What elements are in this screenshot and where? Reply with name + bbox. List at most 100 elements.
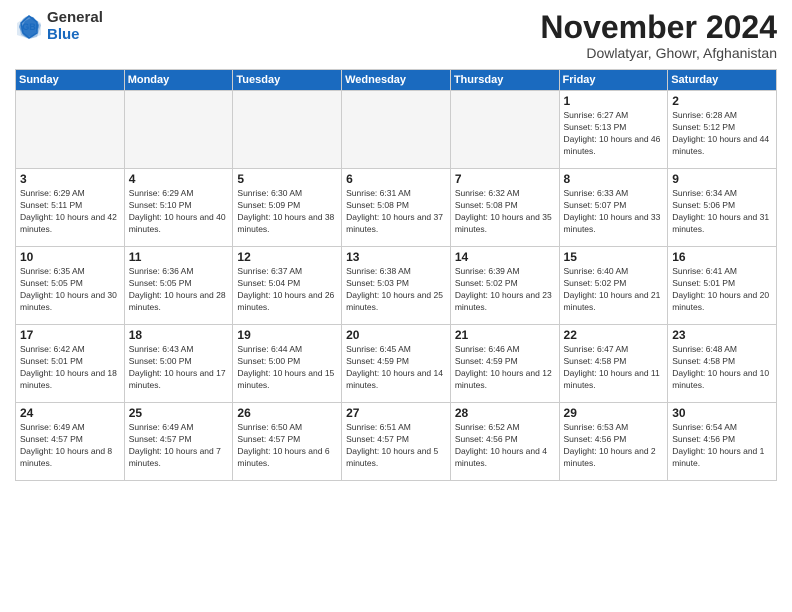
day-info: Sunrise: 6:32 AM Sunset: 5:08 PM Dayligh… xyxy=(455,188,555,236)
day-info: Sunrise: 6:47 AM Sunset: 4:58 PM Dayligh… xyxy=(564,344,664,392)
day-number: 24 xyxy=(20,406,120,420)
logo-general: General xyxy=(47,10,103,27)
calendar-cell: 12 Sunrise: 6:37 AM Sunset: 5:04 PM Dayli… xyxy=(233,247,342,325)
day-info: Sunrise: 6:29 AM Sunset: 5:11 PM Dayligh… xyxy=(20,188,120,236)
calendar-cell: 20Sunrise: 6:45 AM Sunset: 4:59 PM Dayli… xyxy=(342,325,451,403)
calendar-cell: 13Sunrise: 6:38 AM Sunset: 5:03 PM Dayli… xyxy=(342,247,451,325)
day-info: Sunrise: 6:53 AM Sunset: 4:56 PM Dayligh… xyxy=(564,422,664,470)
day-number: 22 xyxy=(564,328,664,342)
weekday-header: Wednesday xyxy=(342,70,451,91)
day-info: Sunrise: 6:34 AM Sunset: 5:06 PM Dayligh… xyxy=(672,188,772,236)
calendar-cell: 8Sunrise: 6:33 AM Sunset: 5:07 PM Daylig… xyxy=(559,169,668,247)
page: GB General Blue November 2024 Dowlatyar,… xyxy=(0,0,792,612)
calendar-cell: 27 Sunrise: 6:51 AM Sunset: 4:57 PM Dayli… xyxy=(342,403,451,481)
day-info: Sunrise: 6:49 AM Sunset: 4:57 PM Dayligh… xyxy=(20,422,120,470)
header: GB General Blue November 2024 Dowlatyar,… xyxy=(15,10,777,61)
day-info: Sunrise: 6:31 AM Sunset: 5:08 PM Dayligh… xyxy=(346,188,446,236)
day-info: Sunrise: 6:39 AM Sunset: 5:02 PM Dayligh… xyxy=(455,266,555,314)
weekday-header: Sunday xyxy=(16,70,125,91)
day-number: 6 xyxy=(346,172,446,186)
week-row: 24 Sunrise: 6:49 AM Sunset: 4:57 PM Dayli… xyxy=(16,403,777,481)
calendar-cell xyxy=(233,91,342,169)
day-number: 23 xyxy=(672,328,772,342)
day-info: Sunrise: 6:44 AM Sunset: 5:00 PM Dayligh… xyxy=(237,344,337,392)
month-title: November 2024 xyxy=(540,10,777,45)
calendar-cell: 30 Sunrise: 6:54 AM Sunset: 4:56 PM Dayli… xyxy=(668,403,777,481)
logo-blue: Blue xyxy=(47,27,103,44)
logo-text: General Blue xyxy=(47,10,103,43)
title-block: November 2024 Dowlatyar, Ghowr, Afghanis… xyxy=(540,10,777,61)
day-number: 29 xyxy=(564,406,664,420)
calendar-cell: 6 Sunrise: 6:31 AM Sunset: 5:08 PM Daylig… xyxy=(342,169,451,247)
calendar-cell: 17 Sunrise: 6:42 AM Sunset: 5:01 PM Dayli… xyxy=(16,325,125,403)
weekday-header: Saturday xyxy=(668,70,777,91)
day-number: 18 xyxy=(129,328,229,342)
day-info: Sunrise: 6:46 AM Sunset: 4:59 PM Dayligh… xyxy=(455,344,555,392)
day-number: 16 xyxy=(672,250,772,264)
week-row: 17 Sunrise: 6:42 AM Sunset: 5:01 PM Dayli… xyxy=(16,325,777,403)
day-info: Sunrise: 6:54 AM Sunset: 4:56 PM Dayligh… xyxy=(672,422,772,470)
day-info: Sunrise: 6:38 AM Sunset: 5:03 PM Dayligh… xyxy=(346,266,446,314)
day-number: 12 xyxy=(237,250,337,264)
day-info: Sunrise: 6:30 AM Sunset: 5:09 PM Dayligh… xyxy=(237,188,337,236)
calendar-cell: 16 Sunrise: 6:41 AM Sunset: 5:01 PM Dayli… xyxy=(668,247,777,325)
day-info: Sunrise: 6:52 AM Sunset: 4:56 PM Dayligh… xyxy=(455,422,555,470)
day-number: 17 xyxy=(20,328,120,342)
weekday-header: Monday xyxy=(124,70,233,91)
calendar-cell: 14 Sunrise: 6:39 AM Sunset: 5:02 PM Dayli… xyxy=(450,247,559,325)
day-number: 4 xyxy=(129,172,229,186)
calendar-cell: 11Sunrise: 6:36 AM Sunset: 5:05 PM Dayli… xyxy=(124,247,233,325)
location: Dowlatyar, Ghowr, Afghanistan xyxy=(540,45,777,61)
weekday-header: Thursday xyxy=(450,70,559,91)
calendar-cell: 7 Sunrise: 6:32 AM Sunset: 5:08 PM Daylig… xyxy=(450,169,559,247)
week-row: 10 Sunrise: 6:35 AM Sunset: 5:05 PM Dayli… xyxy=(16,247,777,325)
day-info: Sunrise: 6:42 AM Sunset: 5:01 PM Dayligh… xyxy=(20,344,120,392)
week-row: 3 Sunrise: 6:29 AM Sunset: 5:11 PM Daylig… xyxy=(16,169,777,247)
day-info: Sunrise: 6:27 AM Sunset: 5:13 PM Dayligh… xyxy=(564,110,664,158)
day-info: Sunrise: 6:35 AM Sunset: 5:05 PM Dayligh… xyxy=(20,266,120,314)
day-info: Sunrise: 6:41 AM Sunset: 5:01 PM Dayligh… xyxy=(672,266,772,314)
day-info: Sunrise: 6:40 AM Sunset: 5:02 PM Dayligh… xyxy=(564,266,664,314)
calendar-cell: 19Sunrise: 6:44 AM Sunset: 5:00 PM Dayli… xyxy=(233,325,342,403)
calendar-cell: 5 Sunrise: 6:30 AM Sunset: 5:09 PM Daylig… xyxy=(233,169,342,247)
svg-text:GB: GB xyxy=(22,22,36,32)
day-number: 2 xyxy=(672,94,772,108)
day-number: 28 xyxy=(455,406,555,420)
day-info: Sunrise: 6:48 AM Sunset: 4:58 PM Dayligh… xyxy=(672,344,772,392)
weekday-header: Friday xyxy=(559,70,668,91)
weekday-header: Tuesday xyxy=(233,70,342,91)
day-number: 25 xyxy=(129,406,229,420)
day-number: 15 xyxy=(564,250,664,264)
day-number: 30 xyxy=(672,406,772,420)
calendar-cell: 29 Sunrise: 6:53 AM Sunset: 4:56 PM Dayli… xyxy=(559,403,668,481)
day-number: 5 xyxy=(237,172,337,186)
day-number: 27 xyxy=(346,406,446,420)
day-info: Sunrise: 6:33 AM Sunset: 5:07 PM Dayligh… xyxy=(564,188,664,236)
day-info: Sunrise: 6:50 AM Sunset: 4:57 PM Dayligh… xyxy=(237,422,337,470)
day-info: Sunrise: 6:37 AM Sunset: 5:04 PM Dayligh… xyxy=(237,266,337,314)
weekday-header-row: SundayMondayTuesdayWednesdayThursdayFrid… xyxy=(16,70,777,91)
calendar-cell: 25Sunrise: 6:49 AM Sunset: 4:57 PM Dayli… xyxy=(124,403,233,481)
day-number: 1 xyxy=(564,94,664,108)
day-number: 11 xyxy=(129,250,229,264)
calendar-cell: 23 Sunrise: 6:48 AM Sunset: 4:58 PM Dayli… xyxy=(668,325,777,403)
calendar-cell xyxy=(342,91,451,169)
calendar-cell: 2 Sunrise: 6:28 AM Sunset: 5:12 PM Daylig… xyxy=(668,91,777,169)
calendar: SundayMondayTuesdayWednesdayThursdayFrid… xyxy=(15,69,777,481)
day-number: 14 xyxy=(455,250,555,264)
day-info: Sunrise: 6:29 AM Sunset: 5:10 PM Dayligh… xyxy=(129,188,229,236)
calendar-cell: 22 Sunrise: 6:47 AM Sunset: 4:58 PM Dayli… xyxy=(559,325,668,403)
day-number: 7 xyxy=(455,172,555,186)
day-info: Sunrise: 6:28 AM Sunset: 5:12 PM Dayligh… xyxy=(672,110,772,158)
calendar-cell: 1 Sunrise: 6:27 AM Sunset: 5:13 PM Daylig… xyxy=(559,91,668,169)
day-info: Sunrise: 6:51 AM Sunset: 4:57 PM Dayligh… xyxy=(346,422,446,470)
day-number: 10 xyxy=(20,250,120,264)
calendar-cell: 24 Sunrise: 6:49 AM Sunset: 4:57 PM Dayli… xyxy=(16,403,125,481)
logo: GB General Blue xyxy=(15,10,103,43)
calendar-cell: 26 Sunrise: 6:50 AM Sunset: 4:57 PM Dayli… xyxy=(233,403,342,481)
week-row: 1 Sunrise: 6:27 AM Sunset: 5:13 PM Daylig… xyxy=(16,91,777,169)
calendar-cell: 18Sunrise: 6:43 AM Sunset: 5:00 PM Dayli… xyxy=(124,325,233,403)
day-number: 26 xyxy=(237,406,337,420)
day-number: 3 xyxy=(20,172,120,186)
calendar-cell xyxy=(124,91,233,169)
